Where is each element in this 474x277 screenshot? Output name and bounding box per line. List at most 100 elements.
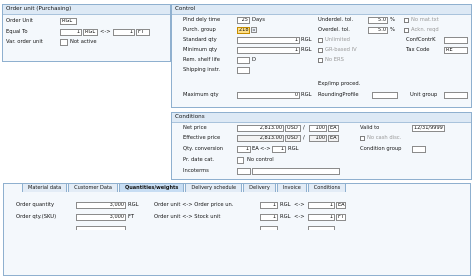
order-quantity-unit: RGL — [128, 202, 139, 208]
stock-conv-arrow: <-> — [294, 214, 305, 220]
equal-to-qty2-field[interactable]: 1 — [113, 29, 135, 36]
no-ers-checkbox[interactable] — [318, 58, 323, 63]
partial-row-field-3[interactable] — [308, 226, 335, 230]
no-control-text: No control — [247, 157, 274, 163]
maximum-qty-field[interactable]: 0 — [237, 92, 300, 99]
rem-shelf-life-field[interactable] — [237, 57, 250, 64]
tab-customer-data[interactable]: Customer Data — [68, 183, 118, 192]
plnd-dely-time-label: Plnd dely time — [183, 17, 221, 23]
pr-date-cat-label: Pr. date cat. — [183, 157, 215, 163]
conditions-panel-header: Conditions — [172, 113, 471, 123]
qty-conversion-unit1: EA — [252, 146, 259, 152]
conditions-panel-title: Conditions — [175, 114, 205, 120]
ackn-reqd-checkbox[interactable] — [404, 28, 409, 33]
tax-code-field[interactable]: RE — [444, 47, 468, 54]
rem-shelf-life-unit: D — [252, 57, 256, 63]
tab-invoice[interactable]: Invoice — [276, 183, 307, 192]
overdel-tol-field[interactable]: 5.0 — [368, 27, 388, 34]
rounding-profile-field[interactable] — [372, 92, 398, 99]
order-qty-sku-label: Order qty.(SKU) — [16, 214, 57, 220]
underdel-tol-label: Underdel. tol. — [318, 17, 354, 23]
effective-price-label: Effective price — [183, 135, 221, 141]
standard-qty-unit: RGL — [301, 37, 312, 43]
qty-conversion-1-field[interactable]: 1 — [237, 146, 251, 153]
rounding-profile-label: RoundingProfile — [318, 92, 359, 98]
var-order-unit-label: Var. order unit — [6, 39, 43, 45]
minimum-qty-field[interactable]: 1 — [237, 47, 300, 54]
overdel-tol-unit: % — [390, 27, 395, 33]
equal-to-unit-field[interactable]: RGL — [83, 29, 98, 36]
conf-ctrl-field[interactable] — [444, 37, 468, 44]
order-price-conv-arrow: <-> — [294, 202, 305, 208]
net-price-label: Net price — [183, 125, 207, 131]
purch-group-label: Purch. group — [183, 27, 216, 33]
unit-group-label: Unit group — [410, 92, 438, 98]
net-price-currency-field[interactable]: USD — [285, 125, 301, 132]
purch-group-field[interactable]: 218 — [237, 27, 250, 34]
no-cash-disc-checkbox[interactable] — [360, 136, 365, 141]
plnd-dely-time-unit: Days — [252, 17, 265, 23]
tab-material-data[interactable]: Material data — [22, 183, 68, 192]
order-quantity-label: Order quantity — [16, 202, 55, 208]
stock-conv-a-field[interactable]: 1 — [260, 214, 278, 221]
stock-conv-b-unit-field[interactable]: FT — [336, 214, 346, 221]
equal-to-qty-field[interactable]: 1 — [60, 29, 82, 36]
qty-conversion-unit2: RGL — [288, 146, 299, 152]
no-mat-txt-checkbox[interactable] — [404, 18, 409, 23]
tab-quantities-weights[interactable]: Quantities/weights — [119, 183, 185, 192]
var-order-unit-field[interactable] — [60, 39, 68, 46]
equal-to-unit2-field[interactable]: FT — [136, 29, 150, 36]
net-price-unit-field[interactable]: EA — [328, 125, 339, 132]
minimum-qty-unit: RGL — [301, 47, 312, 53]
stock-conv-b-field[interactable]: 1 — [308, 214, 335, 221]
tab-delivery[interactable]: Delivery — [243, 183, 276, 192]
tab-conditions[interactable]: Conditions — [307, 183, 347, 192]
underdel-tol-field[interactable]: 5.0 — [368, 17, 388, 24]
plnd-dely-time-field[interactable]: 25 — [237, 17, 250, 24]
order-price-conv-b-unit-field[interactable]: EA — [336, 202, 346, 209]
tab-delivery-schedule[interactable]: Delivery schedule — [185, 183, 243, 192]
order-qty-sku-unit: FT — [128, 214, 135, 220]
order-quantity-field[interactable]: 3,000 — [76, 202, 126, 209]
qty-conversion-arrow: <-> — [260, 146, 271, 152]
partial-row-field-2[interactable] — [260, 226, 278, 230]
net-price-field[interactable]: 2,813.00 — [237, 125, 284, 132]
net-price-per-field[interactable]: 100 — [309, 125, 327, 132]
purch-group-search-icon[interactable]: ▫ — [251, 27, 257, 33]
order-qty-sku-field[interactable]: 3,000 — [76, 214, 126, 221]
partial-row-field-1[interactable] — [76, 226, 126, 230]
effective-price-field: 2,813.00 — [237, 135, 284, 142]
order-price-conv-b-field[interactable]: 1 — [308, 202, 335, 209]
no-mat-txt-label: No mat.txt — [411, 17, 439, 23]
overdel-tol-label: Overdel. tol. — [318, 27, 350, 33]
qty-conversion-label: Qty. conversion — [183, 146, 224, 152]
tax-code-label: Tax Code — [406, 47, 430, 53]
order-unit-label: Order Unit — [6, 18, 33, 24]
incoterms-code-field[interactable] — [237, 168, 251, 175]
standard-qty-label: Standard qty — [183, 37, 217, 43]
conf-ctrl-label: ConfContrK — [406, 37, 436, 43]
maximum-qty-label: Maximum qty — [183, 92, 219, 98]
valid-to-field[interactable]: 12/31/9999 — [412, 125, 445, 132]
incoterms-text-field[interactable] — [252, 168, 340, 175]
unit-group-field[interactable] — [444, 92, 468, 99]
gr-based-iv-checkbox[interactable] — [318, 48, 323, 53]
control-panel-title: Control — [175, 6, 196, 12]
unlimited-checkbox[interactable] — [318, 38, 323, 43]
stock-conversion-label: Order unit <-> Stock unit — [154, 214, 221, 220]
condition-group-field[interactable] — [412, 146, 426, 153]
standard-qty-field[interactable]: 1 — [237, 37, 300, 44]
order-unit-field[interactable]: RGL — [60, 18, 77, 25]
stock-conv-a-unit: RGL — [280, 214, 291, 220]
unlimited-label: Unlimited — [325, 37, 350, 43]
control-panel: Control Plnd dely time 25 Days Purch. gr… — [171, 4, 472, 108]
minimum-qty-label: Minimum qty — [183, 47, 218, 53]
no-cash-disc-label: No cash disc. — [367, 135, 402, 141]
qty-conversion-2-field[interactable]: 1 — [272, 146, 286, 153]
quantities-content: Order quantity 3,000 RGL Order qty.(SKU)… — [8, 200, 468, 270]
control-panel-header: Control — [172, 5, 471, 15]
order-price-conv-a-field[interactable]: 1 — [260, 202, 278, 209]
shipping-instr-field[interactable] — [237, 67, 250, 74]
pr-date-cat-field[interactable] — [237, 157, 244, 164]
ackn-reqd-label: Ackn. reqd — [411, 27, 439, 33]
